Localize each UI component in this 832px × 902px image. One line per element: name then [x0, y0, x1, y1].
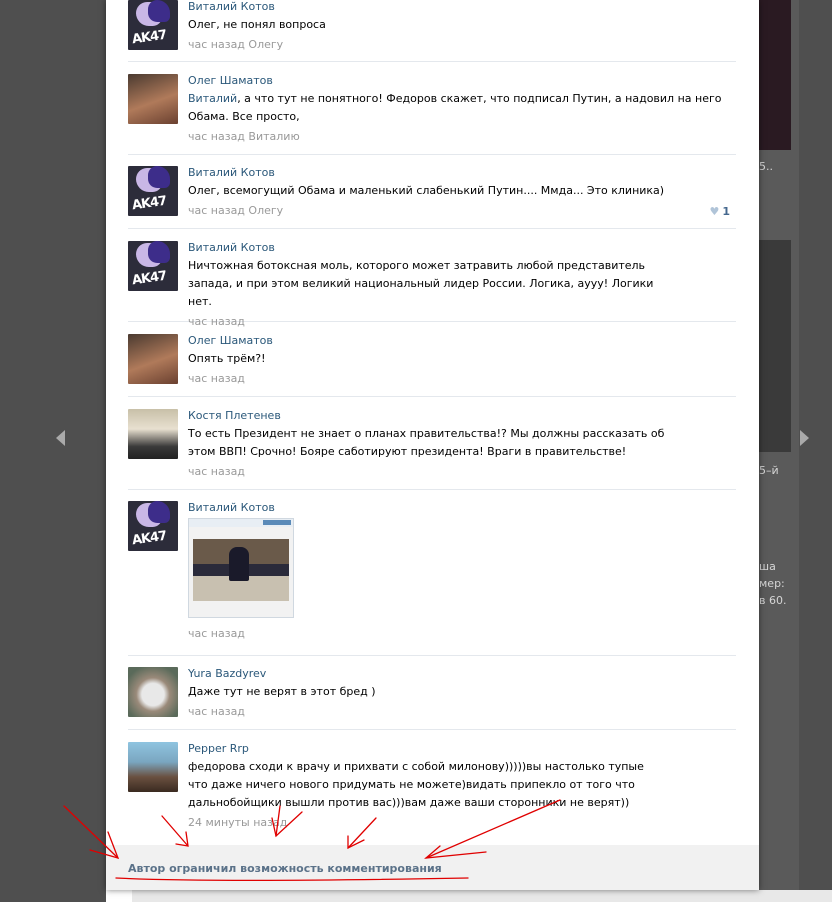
comment-author[interactable]: Виталий Котов: [188, 501, 275, 514]
background-page-footer: [132, 890, 832, 902]
pony-avatar-image: [148, 166, 170, 188]
pony-avatar-image: [148, 501, 170, 523]
background-text: 5–й: [759, 464, 779, 477]
attachment-photo: [229, 547, 249, 581]
heart-icon: ♥: [709, 205, 720, 218]
comment-author[interactable]: Yura Bazdyrev: [188, 667, 266, 680]
comment-item: Костя Плетенев То есть Президент не знае…: [128, 409, 736, 490]
comment-meta: 24 минуты назад: [188, 816, 663, 829]
avatar[interactable]: [128, 742, 178, 792]
comment-item: AK47 Виталий Котов Олег, всемогущий Обам…: [128, 166, 736, 229]
pony-avatar-image: [148, 241, 170, 263]
comment-reply-to[interactable]: Олегу: [248, 204, 283, 217]
comment-meta: час назад Олегу: [188, 38, 736, 51]
comment-time[interactable]: час назад: [188, 372, 245, 385]
comment-text: Опять трём?!: [188, 352, 266, 365]
avatar[interactable]: AK47: [128, 166, 178, 216]
comment-meta: час назад: [188, 705, 736, 718]
comment-author[interactable]: Олег Шаматов: [188, 74, 273, 87]
comment-author[interactable]: Виталий Котов: [188, 166, 275, 179]
background-text: мер:: [759, 577, 785, 590]
avatar[interactable]: [128, 334, 178, 384]
comment-time[interactable]: час назад: [188, 204, 245, 217]
attachment-button: [263, 520, 291, 525]
comment-author[interactable]: Pepper Rrp: [188, 742, 249, 755]
comment-time[interactable]: час назад: [188, 627, 245, 640]
comment-text: Даже тут не верят в этот бред ): [188, 685, 376, 698]
comment-time[interactable]: час назад: [188, 705, 245, 718]
avatar[interactable]: [128, 409, 178, 459]
background-text: ша: [759, 560, 776, 573]
comment-text: Виталий, а что тут не понятного! Федоров…: [188, 90, 736, 126]
comment-text: федорова сходи к врачу и прихвати с собо…: [188, 760, 644, 809]
comment-meta: час назад Олегу: [188, 204, 736, 217]
avatar[interactable]: AK47: [128, 501, 178, 551]
avatar-text: AK47: [131, 528, 168, 549]
background-photo: [759, 240, 791, 452]
comment-item: Олег Шаматов Опять трём?! час назад: [128, 334, 736, 397]
pony-avatar-image: [148, 0, 170, 22]
comment-item: AK47 Виталий Котов Олег, не понял вопрос…: [128, 0, 736, 62]
comment-text: То есть Президент не знает о планах прав…: [188, 427, 665, 458]
avatar-text: AK47: [131, 27, 168, 48]
comment-meta: час назад: [188, 315, 668, 328]
previous-arrow-icon[interactable]: [56, 430, 65, 446]
comment-text-body: , а что тут не понятного! Федоров скажет…: [188, 92, 722, 123]
comment-item: AK47 Виталий Котов час назад: [128, 501, 736, 656]
like-button[interactable]: ♥ 1: [709, 205, 730, 218]
comment-meta: час назад: [188, 627, 736, 640]
comment-meta: час назад: [188, 465, 668, 478]
comment-author[interactable]: Виталий Котов: [188, 0, 275, 13]
comment-item: Yura Bazdyrev Даже тут не верят в этот б…: [128, 667, 736, 730]
background-photo: [759, 0, 791, 150]
avatar[interactable]: AK47: [128, 241, 178, 291]
comment-author[interactable]: Костя Плетенев: [188, 409, 281, 422]
comment-meta: час назад: [188, 372, 736, 385]
comment-time[interactable]: час назад: [188, 465, 245, 478]
background-text: в 60.: [759, 594, 787, 607]
next-arrow-icon[interactable]: [800, 430, 809, 446]
comment-item: AK47 Виталий Котов Ничтожная ботоксная м…: [128, 241, 736, 328]
avatar-text: AK47: [131, 193, 168, 214]
comment-text: Ничтожная ботоксная моль, которого может…: [188, 259, 654, 308]
comment-text: Олег, всемогущий Обама и маленький слабе…: [188, 184, 665, 197]
comment-reply-to[interactable]: Виталию: [248, 130, 299, 143]
background-text: 5..: [759, 160, 773, 173]
comment-time[interactable]: час назад: [188, 315, 245, 328]
comment-reply-to[interactable]: Олегу: [248, 38, 283, 51]
comment-mention[interactable]: Виталий: [188, 92, 237, 105]
avatar[interactable]: [128, 667, 178, 717]
like-count: 1: [722, 205, 730, 218]
comment-meta: час назад Виталию: [188, 130, 736, 143]
avatar-text: AK47: [131, 268, 168, 289]
comment-text: Олег, не понял вопроса: [188, 18, 326, 31]
comments-closed-notice: Автор ограничил возможность комментирова…: [128, 862, 442, 875]
comment-author[interactable]: Виталий Котов: [188, 241, 275, 254]
comment-item: Pepper Rrp федорова сходи к врачу и прих…: [128, 742, 736, 842]
comment-time[interactable]: час назад: [188, 130, 245, 143]
comment-author[interactable]: Олег Шаматов: [188, 334, 273, 347]
avatar[interactable]: AK47: [128, 0, 178, 50]
avatar[interactable]: [128, 74, 178, 124]
comments-modal: AK47 Виталий Котов Олег, не понял вопрос…: [106, 0, 759, 890]
comment-time[interactable]: час назад: [188, 38, 245, 51]
comments-footer: Автор ограничил возможность комментирова…: [106, 845, 759, 890]
comment-time[interactable]: 24 минуты назад: [188, 816, 287, 829]
photo-attachment[interactable]: [188, 518, 294, 618]
comment-item: Олег Шаматов Виталий, а что тут не понят…: [128, 74, 736, 155]
